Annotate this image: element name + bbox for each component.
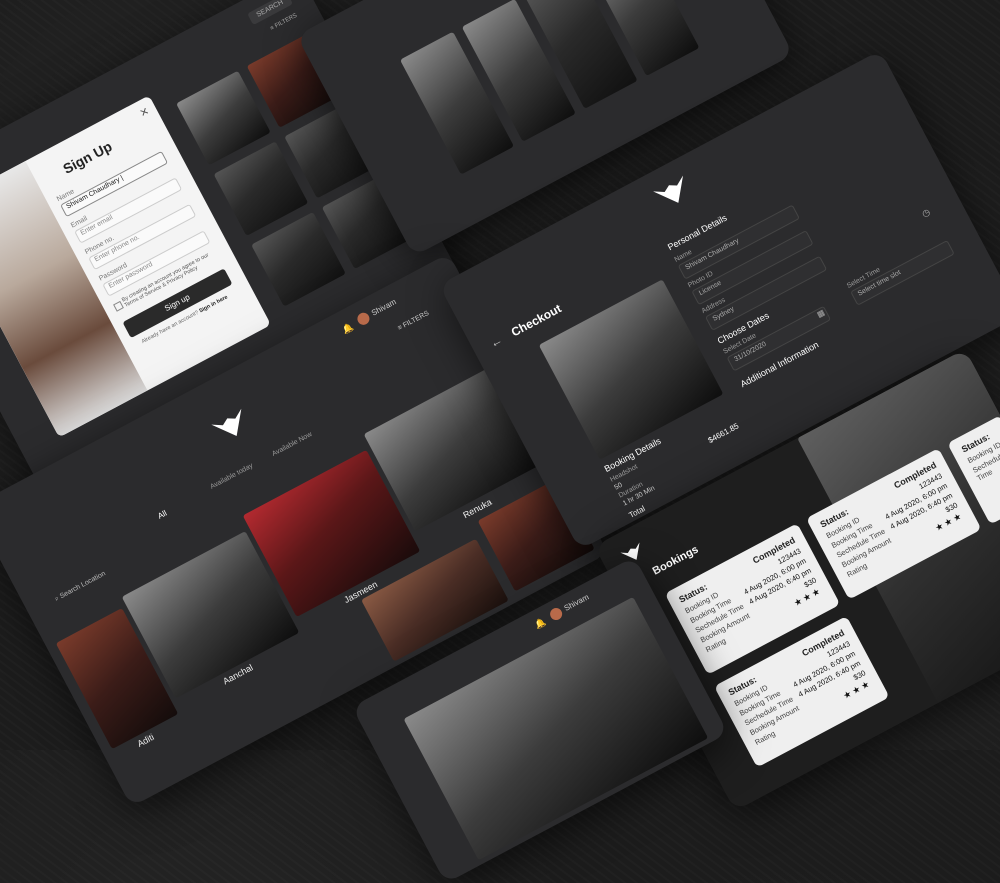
profile-user-name[interactable]: Shivam: [563, 592, 591, 612]
gallery-tab-available-now[interactable]: Available Now: [271, 431, 313, 458]
bookings-title: Bookings: [650, 543, 701, 578]
signup-close-icon[interactable]: ×: [137, 103, 152, 121]
gallery-user-name[interactable]: Shivam: [370, 297, 398, 317]
gallery-tab-all[interactable]: All: [156, 509, 168, 521]
signup-title: Sign Up: [60, 137, 115, 177]
mockup-scene: SEARCH ≡ FILTERS × Sign Up Name Shivam C…: [0, 0, 1000, 883]
clock-icon[interactable]: ◷: [920, 207, 932, 220]
booking-price: $4661.85: [706, 421, 741, 445]
checkout-back-icon[interactable]: ←: [488, 333, 505, 351]
profile-bell-icon[interactable]: 🔔: [533, 616, 548, 631]
checkout-title: Checkout: [508, 301, 564, 340]
profile-avatar[interactable]: [548, 605, 565, 623]
signup-filters-button[interactable]: ≡ FILTERS: [269, 13, 298, 32]
booking-total-label: Total: [627, 503, 647, 520]
gallery-bell-icon[interactable]: 🔔: [340, 321, 355, 336]
gallery-avatar[interactable]: [355, 310, 372, 327]
gallery-filters-button[interactable]: ≡ FILTERS: [397, 310, 431, 332]
checkout-model-photo: [538, 279, 724, 460]
gallery-search-input[interactable]: ⌕ Search Location: [54, 570, 108, 604]
gallery-tab-available-today[interactable]: Available today: [209, 462, 254, 490]
